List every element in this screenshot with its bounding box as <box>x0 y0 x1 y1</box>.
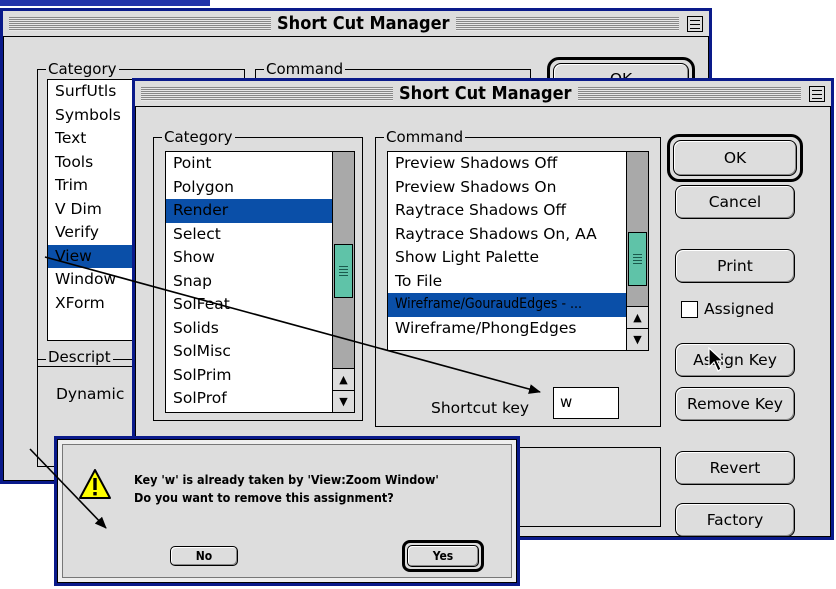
callout-arrow-to-shortcut <box>44 256 541 394</box>
callout-arrows <box>29 256 541 529</box>
callout-arrow-to-dialog <box>29 448 107 529</box>
